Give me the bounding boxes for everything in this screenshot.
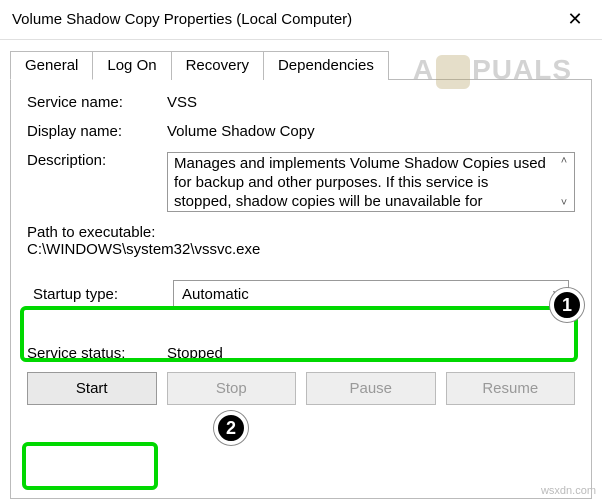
label-path: Path to executable: <box>27 224 575 241</box>
row-display-name: Display name: Volume Shadow Copy <box>27 123 575 140</box>
close-icon: ✕ <box>567 9 582 30</box>
tab-general[interactable]: General <box>10 51 93 80</box>
value-description: Manages and implements Volume Shadow Cop… <box>168 153 554 211</box>
dialog-body: General Log On Recovery Dependencies Ser… <box>0 40 602 499</box>
annotation-badge-1: 1 <box>550 288 584 322</box>
row-path: Path to executable: C:\WINDOWS\system32\… <box>27 224 575 258</box>
tab-dependencies[interactable]: Dependencies <box>263 51 389 80</box>
tab-strip: General Log On Recovery Dependencies <box>10 50 592 79</box>
scroll-up-icon: ˄ <box>561 155 567 167</box>
stop-button: Stop <box>167 372 297 405</box>
tab-panel-general: Service name: VSS Display name: Volume S… <box>10 79 592 499</box>
value-path: C:\WINDOWS\system32\vssvc.exe <box>27 241 575 258</box>
description-scrollbar[interactable]: ˄ ˅ <box>554 153 574 211</box>
row-startup-type: Startup type: Automatic ˅ <box>27 274 575 315</box>
annotation-badge-2: 2 <box>214 411 248 445</box>
window-title: Volume Shadow Copy Properties (Local Com… <box>12 11 352 28</box>
label-service-status: Service status: <box>27 345 167 362</box>
row-description: Description: Manages and implements Volu… <box>27 152 575 212</box>
tab-recovery[interactable]: Recovery <box>171 51 264 80</box>
row-service-name: Service name: VSS <box>27 94 575 111</box>
value-display-name: Volume Shadow Copy <box>167 123 575 140</box>
row-service-status: Service status: Stopped <box>27 345 575 362</box>
resume-button: Resume <box>446 372 576 405</box>
value-service-name: VSS <box>167 94 575 111</box>
titlebar: Volume Shadow Copy Properties (Local Com… <box>0 0 602 40</box>
pause-button: Pause <box>306 372 436 405</box>
startup-type-select[interactable]: Automatic ˅ <box>173 280 569 309</box>
label-startup-type: Startup type: <box>33 286 173 303</box>
close-button[interactable]: ✕ <box>548 0 602 40</box>
source-note: wsxdn.com <box>541 485 596 497</box>
startup-type-value: Automatic <box>182 286 249 303</box>
label-description: Description: <box>27 152 167 169</box>
service-control-buttons: Start Stop Pause Resume <box>27 372 575 405</box>
tab-logon[interactable]: Log On <box>92 51 171 80</box>
scroll-down-icon: ˅ <box>561 197 567 209</box>
label-service-name: Service name: <box>27 94 167 111</box>
start-button[interactable]: Start <box>27 372 157 405</box>
label-display-name: Display name: <box>27 123 167 140</box>
value-service-status: Stopped <box>167 345 223 362</box>
description-box: Manages and implements Volume Shadow Cop… <box>167 152 575 212</box>
